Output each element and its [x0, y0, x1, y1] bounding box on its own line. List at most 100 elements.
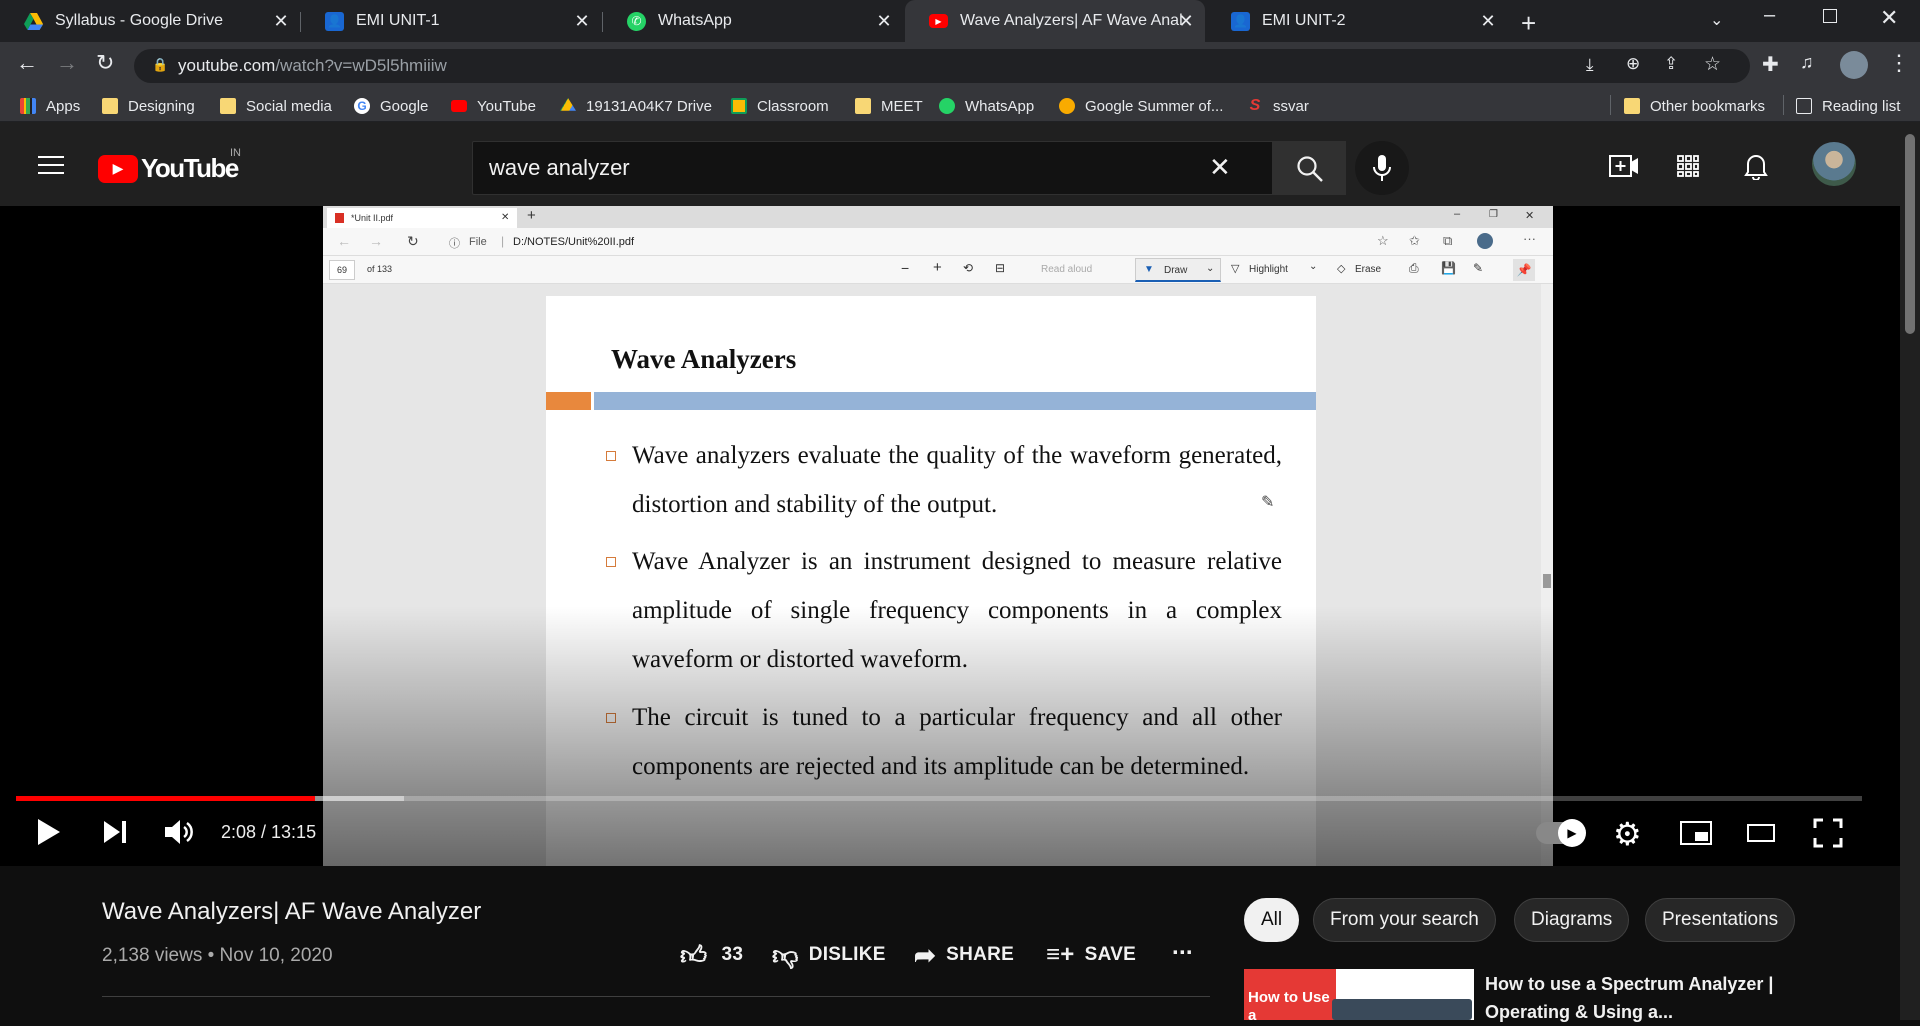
search-box[interactable]: wave analyzer ✕ [472, 141, 1344, 195]
autoplay-toggle[interactable]: ▶ [1536, 819, 1586, 847]
voice-search-button[interactable] [1355, 141, 1409, 195]
more-actions-icon: ... [1172, 933, 1193, 960]
tab-emi-unit-2[interactable]: 👤 EMI UNIT-2 ✕ [1207, 0, 1507, 42]
recommended-thumbnail[interactable]: How to Use a [1244, 969, 1474, 1020]
page-total: of 133 [367, 264, 393, 274]
tab-emi-unit-1[interactable]: 👤 EMI UNIT-1 ✕ [301, 0, 601, 42]
chip-diagrams[interactable]: Diagrams [1514, 898, 1630, 942]
divider [102, 996, 1210, 997]
close-icon[interactable]: ✕ [272, 12, 290, 30]
browser-tab-strip: Syllabus - Google Drive ✕ 👤 EMI UNIT-1 ✕… [0, 0, 1920, 42]
restore-icon[interactable] [1823, 9, 1837, 23]
menu-icon[interactable]: ⋮ [1888, 50, 1910, 76]
close-icon[interactable]: ✕ [875, 12, 893, 30]
miniplayer-icon[interactable] [1680, 821, 1712, 845]
bookmark-youtube[interactable]: YouTube [451, 96, 536, 116]
fullscreen-icon[interactable] [1813, 818, 1843, 848]
microphone-icon [1373, 155, 1391, 181]
highlight-icon: ▽ [1231, 263, 1240, 275]
bullet-icon [606, 451, 616, 461]
minimize-icon[interactable]: – [1764, 4, 1775, 27]
share-icon[interactable]: ⇪ [1664, 54, 1678, 74]
forward-icon[interactable]: → [56, 50, 78, 76]
hamburger-menu-icon[interactable] [38, 156, 64, 174]
scrollbar-thumb[interactable] [1905, 134, 1915, 334]
like-count: 33 [721, 944, 744, 965]
zoom-icon[interactable]: ⊕ [1626, 54, 1640, 74]
bookmark-label: Google Summer of... [1085, 97, 1224, 115]
video-title: Wave Analyzers| AF Wave Analyzer [102, 898, 482, 925]
apps-icon[interactable] [1677, 155, 1699, 177]
bell-icon[interactable] [1744, 152, 1768, 180]
profile-avatar[interactable] [1840, 51, 1868, 79]
thumbs-down-icon: 👎︎ [772, 939, 799, 970]
settings-gear-icon[interactable]: ⚙ [1613, 815, 1642, 853]
new-tab-icon[interactable]: + [1521, 8, 1536, 39]
search-input[interactable]: wave analyzer [489, 155, 630, 181]
youtube-logo[interactable]: ▶ YouTube IN [98, 147, 241, 184]
tab-whatsapp[interactable]: ✆ WhatsApp ✕ [603, 0, 903, 42]
bookmark-apps[interactable]: Apps [20, 96, 80, 116]
user-avatar[interactable] [1812, 142, 1856, 186]
bookmark-label: YouTube [477, 97, 536, 115]
save-icon: 💾 [1441, 261, 1456, 275]
tab-search-chevron-icon[interactable]: ⌄ [1710, 10, 1723, 30]
back-icon[interactable]: ← [16, 50, 38, 76]
volume-icon[interactable] [163, 818, 195, 846]
bookmark-whatsapp[interactable]: WhatsApp [939, 96, 1034, 116]
bookmark-google[interactable]: G Google [354, 96, 428, 116]
pdf-viewer-window: *Unit II.pdf ✕ + – ❐ ✕ ← → ↻ ⓘ File | D:… [323, 206, 1553, 866]
chip-from-your-search[interactable]: From your search [1313, 898, 1496, 942]
recommended-title[interactable]: How to use a Spectrum Analyzer | Operati… [1485, 970, 1785, 1026]
star-icon[interactable]: ☆ [1704, 53, 1721, 76]
save-as-icon: ✎ [1473, 261, 1484, 275]
play-icon[interactable] [36, 817, 62, 847]
close-window-icon[interactable]: ✕ [1880, 5, 1898, 31]
more-actions-button[interactable]: ... [1172, 930, 1193, 964]
zoom-out-icon: − [901, 260, 910, 276]
tab-title: EMI UNIT-2 [1262, 12, 1346, 29]
reading-list[interactable]: Reading list [1796, 96, 1900, 116]
chevron-down-icon: ⌄ [1206, 263, 1215, 274]
chip-all[interactable]: All [1244, 898, 1300, 942]
next-icon[interactable] [102, 819, 128, 845]
like-button[interactable]: 👍︎ 33 [680, 938, 743, 972]
bookmark-drive[interactable]: 19131A04K7 Drive [560, 96, 712, 116]
progress-played [16, 796, 316, 801]
reload-icon[interactable]: ↻ [96, 50, 114, 76]
close-icon[interactable]: ✕ [1177, 12, 1195, 30]
bookmark-label: Apps [46, 97, 81, 115]
bookmark-social-media[interactable]: Social media [220, 96, 332, 116]
page-scrollbar[interactable] [1900, 122, 1920, 1020]
bookmark-classroom[interactable]: Classroom [731, 96, 829, 116]
share-button[interactable]: ➦ SHARE [914, 938, 1014, 972]
close-icon[interactable]: ✕ [1479, 12, 1497, 30]
new-tab-icon: + [527, 207, 536, 224]
close-icon[interactable]: ✕ [573, 12, 591, 30]
video-player[interactable]: *Unit II.pdf ✕ + – ❐ ✕ ← → ↻ ⓘ File | D:… [0, 206, 1900, 866]
create-video-icon[interactable] [1609, 155, 1639, 177]
slide-title: Wave Analyzers [611, 344, 797, 374]
pdf-toolbar: 69 of 133 − + ⟲ ⊟ Read aloud ▼ Draw ⌄ ▽ … [323, 256, 1553, 284]
tab-wave-analyzers[interactable]: ▶ Wave Analyzers| AF Wave Analyzer ✕ [905, 0, 1205, 42]
dislike-label: DISLIKE [808, 944, 886, 965]
bookmark-ssvar[interactable]: S ssvar [1247, 96, 1309, 116]
media-control-icon[interactable]: ♫ [1800, 52, 1814, 73]
bookmark-other[interactable]: Other bookmarks [1624, 96, 1765, 116]
search-button[interactable] [1272, 141, 1346, 195]
address-bar[interactable]: 🔒 youtube.com/watch?v=wD5l5hmiiiw ⤓ ⊕ ⇪ … [134, 49, 1750, 83]
pdf-file-icon [335, 213, 344, 223]
chip-presentations[interactable]: Presentations [1645, 898, 1796, 942]
bookmark-meet[interactable]: MEET [855, 96, 923, 116]
clear-search-icon[interactable]: ✕ [1209, 152, 1231, 183]
dislike-button[interactable]: 👎︎ DISLIKE [772, 938, 886, 972]
bookmark-designing[interactable]: Designing [102, 96, 195, 116]
bookmark-gsoc[interactable]: Google Summer of... [1059, 96, 1223, 116]
theater-mode-icon[interactable] [1747, 824, 1775, 842]
tab-syllabus[interactable]: Syllabus - Google Drive ✕ [0, 0, 300, 42]
pdf-scrollbar [1541, 284, 1553, 866]
save-button[interactable]: ≡+ SAVE [1046, 938, 1136, 972]
progress-bar[interactable] [16, 796, 1862, 801]
install-icon[interactable]: ⤓ [1586, 55, 1594, 75]
extensions-icon[interactable]: ✚ [1762, 52, 1779, 77]
